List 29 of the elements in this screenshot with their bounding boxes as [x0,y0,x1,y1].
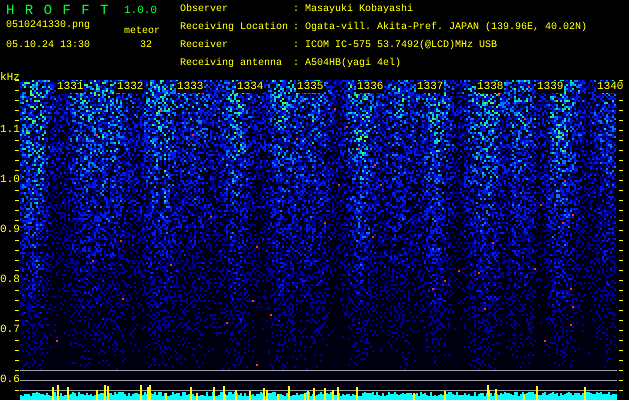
date-time: 05.10.24 13:30 [6,40,92,52]
time-label: 1336 [356,81,384,93]
time-label: 1337 [416,81,444,93]
time-label: 1340 [596,81,624,93]
time-label: 1338 [476,81,504,93]
info-separator: : [293,22,300,35]
info-value: ICOM IC-575 53.7492(@LCD)MHz USB [305,40,498,53]
app-title: H R O F F T [6,5,110,17]
meteor-count: 32 [140,40,152,52]
info-value: A504HB(yagi 4el) [305,58,402,71]
time-label: 1333 [176,81,204,93]
info-label: Receiving antenna [180,58,284,71]
time-label: 1331 [56,81,84,93]
info-separator: : [293,40,300,53]
time-label: 1335 [296,81,324,93]
axis-unit: kHz [0,72,20,84]
info-value: Masayuki Kobayashi [305,4,414,17]
info-label: Observer [180,4,230,17]
info-label: Receiver [180,40,230,53]
info-label: Receiving Location [180,22,290,35]
time-label: 1334 [236,81,264,93]
info-separator: : [293,4,300,17]
file-name: 0510241330.png [6,20,92,32]
time-label: 1339 [536,81,564,93]
info-separator: : [293,58,300,71]
app-version: 1.0.0 [124,5,158,17]
info-value: Ogata-vill. Akita-Pref. JAPAN (139.96E, 40.02N) [305,22,588,35]
meteor-label: meteor [124,26,160,38]
time-label: 1332 [116,81,144,93]
